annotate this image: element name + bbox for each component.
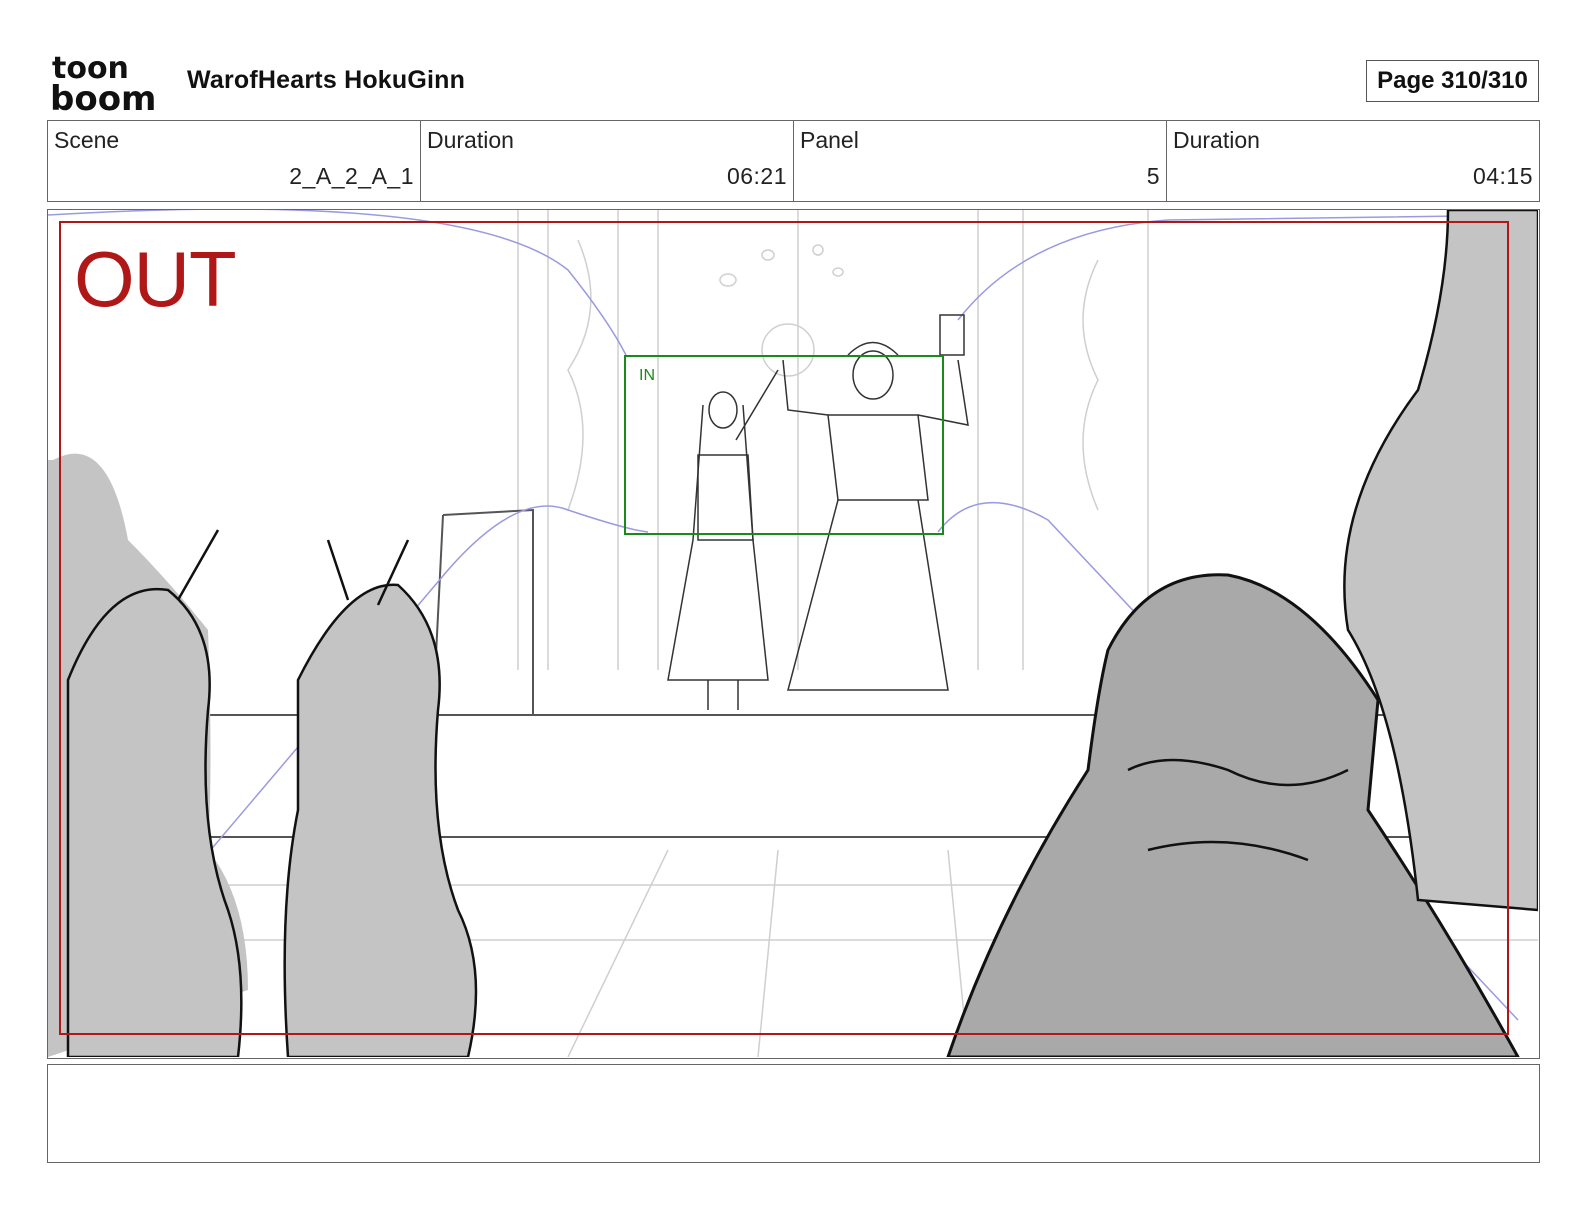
logo-text-bottom: boom xyxy=(50,79,156,112)
scene-value: 2_A_2_A_1 xyxy=(289,163,414,189)
scene-cell: Scene 2_A_2_A_1 xyxy=(48,121,421,201)
panel-value: 5 xyxy=(1146,163,1160,189)
panel-label: Panel xyxy=(800,127,859,153)
scene-duration-cell: Duration 06:21 xyxy=(421,121,794,201)
panel-duration-cell: Duration 04:15 xyxy=(1167,121,1539,201)
project-title: WarofHearts HokuGinn xyxy=(187,66,466,94)
center-characters xyxy=(667,314,969,710)
panel-duration-value: 04:15 xyxy=(1472,163,1533,189)
storyboard-panel: OUT IN xyxy=(47,209,1540,1059)
foreground-figures-right xyxy=(946,210,1538,1057)
panel-sketch xyxy=(48,210,1538,1057)
scene-duration-value: 06:21 xyxy=(726,163,787,189)
scene-duration-label: Duration xyxy=(427,127,514,153)
scene-info-bar: Scene 2_A_2_A_1 Duration 06:21 Panel 5 D… xyxy=(47,120,1540,202)
panel-cell: Panel 5 xyxy=(794,121,1167,201)
panel-notes xyxy=(47,1064,1540,1163)
in-frame-label: IN xyxy=(639,367,655,384)
in-frame xyxy=(624,355,944,535)
toon-boom-logo: toon boom xyxy=(50,51,166,119)
foreground-figures-left xyxy=(48,453,478,1057)
page-number: Page 310/310 xyxy=(1366,60,1539,102)
panel-duration-label: Duration xyxy=(1173,127,1260,153)
out-frame-label: OUT xyxy=(74,235,237,323)
scene-label: Scene xyxy=(54,127,120,153)
